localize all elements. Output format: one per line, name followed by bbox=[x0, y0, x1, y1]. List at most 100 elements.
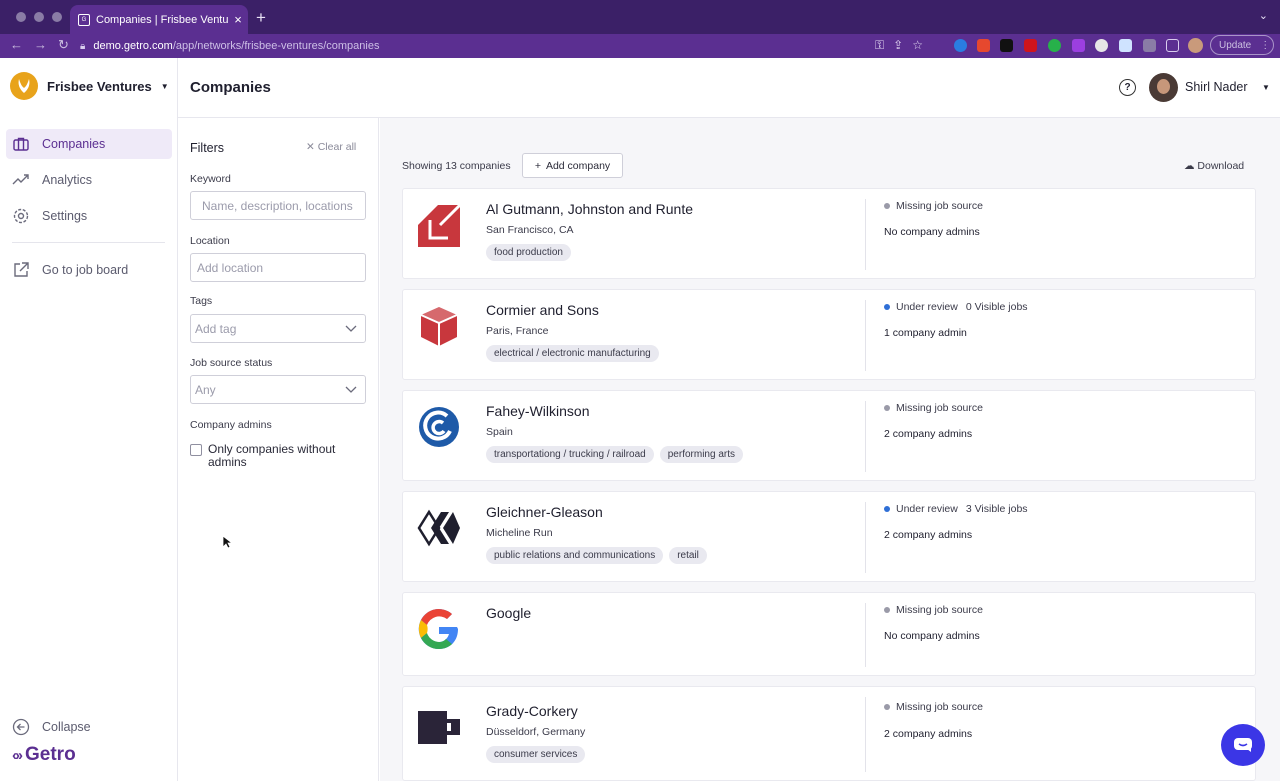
help-icon[interactable]: ? bbox=[1119, 79, 1136, 96]
company-card[interactable]: Cormier and Sons Paris, France electrica… bbox=[402, 289, 1256, 380]
card-divider bbox=[865, 401, 866, 472]
visible-jobs[interactable]: 0 Visible jobs bbox=[966, 301, 1028, 313]
caret-down-icon[interactable]: ▼ bbox=[1262, 83, 1270, 92]
extension-icon[interactable] bbox=[1048, 39, 1061, 52]
update-button[interactable]: Update ⋮ bbox=[1210, 35, 1274, 55]
sidebar-item-settings[interactable]: Settings bbox=[6, 201, 172, 231]
window-controls[interactable] bbox=[16, 12, 62, 22]
collapse-label: Collapse bbox=[42, 720, 91, 734]
company-logo-icon bbox=[419, 407, 459, 447]
company-card[interactable]: Gleichner-Gleason Micheline Run public r… bbox=[402, 491, 1256, 582]
omnibox-icons: ⚿ ⇪ ☆ bbox=[875, 38, 923, 53]
company-card[interactable]: Fahey-Wilkinson Spain transportationg / … bbox=[402, 390, 1256, 481]
extension-icon[interactable] bbox=[977, 39, 990, 52]
share-icon[interactable]: ⇪ bbox=[893, 38, 903, 53]
company-name[interactable]: Gleichner-Gleason bbox=[486, 504, 603, 520]
card-divider bbox=[865, 603, 866, 667]
chat-launcher-button[interactable] bbox=[1221, 724, 1265, 766]
status-text: Under review bbox=[896, 301, 958, 313]
clear-all-button[interactable]: ✕ Clear all bbox=[306, 141, 356, 153]
getro-wordmark: Getro bbox=[25, 744, 76, 765]
company-name[interactable]: Cormier and Sons bbox=[486, 302, 599, 318]
sidebar-item-label: Analytics bbox=[42, 173, 93, 187]
close-tab-icon[interactable]: × bbox=[228, 12, 248, 27]
job-board-link[interactable]: Go to job board bbox=[6, 255, 172, 285]
job-board-label: Go to job board bbox=[42, 263, 129, 277]
companies-list: Showing 13 companies + Add company ☁︎ Dow… bbox=[380, 118, 1280, 781]
sidebar-item-job-board[interactable]: Go to job board bbox=[6, 255, 172, 291]
company-name[interactable]: Google bbox=[486, 605, 531, 621]
extension-icon[interactable] bbox=[1024, 39, 1037, 52]
location-placeholder: Add location bbox=[197, 260, 264, 275]
status-text: Missing job source bbox=[896, 604, 983, 616]
cloud-download-icon: ☁︎ bbox=[1184, 160, 1198, 172]
extension-icon[interactable] bbox=[1000, 39, 1013, 52]
tags-select[interactable]: Add tag bbox=[190, 314, 366, 343]
collapse-button[interactable]: Collapse bbox=[12, 718, 91, 736]
forward-icon[interactable]: → bbox=[34, 37, 47, 52]
tags-label: Tags bbox=[190, 295, 213, 307]
status-dot bbox=[884, 704, 890, 710]
sidebar-item-companies[interactable]: Companies bbox=[6, 129, 172, 159]
keyword-label: Keyword bbox=[190, 173, 231, 185]
user-name[interactable]: Shirl Nader bbox=[1185, 80, 1248, 94]
address-bar[interactable]: 🔒︎ demo.getro.com /app/networks/frisbee-… bbox=[80, 36, 942, 56]
network-switcher[interactable]: Frisbee Ventures ▼ bbox=[10, 72, 169, 100]
job-source-value: Any bbox=[195, 382, 216, 397]
results-count: Showing 13 companies bbox=[402, 160, 511, 172]
keyword-input[interactable]: Name, description, locations bbox=[190, 191, 366, 220]
no-admins-checkbox[interactable]: Only companies without admins bbox=[190, 443, 348, 469]
sidebar-item-label: Settings bbox=[42, 209, 88, 223]
company-logo-icon bbox=[420, 307, 458, 346]
company-location: Paris, France bbox=[486, 325, 549, 337]
extension-icon[interactable] bbox=[1119, 39, 1132, 52]
collapse-icon bbox=[12, 718, 30, 736]
job-source-select[interactable]: Any bbox=[190, 375, 366, 404]
chevron-down-icon bbox=[345, 325, 357, 332]
tag: electrical / electronic manufacturing bbox=[486, 345, 659, 362]
profile-avatar-icon[interactable] bbox=[1188, 38, 1203, 53]
reload-icon[interactable]: ↻ bbox=[58, 37, 69, 53]
visible-jobs[interactable]: 3 Visible jobs bbox=[966, 503, 1028, 515]
kebab-icon: ⋮ bbox=[1260, 39, 1271, 51]
back-icon[interactable]: ← bbox=[10, 37, 23, 52]
company-card[interactable]: Al Gutmann, Johnston and Runte San Franc… bbox=[402, 188, 1256, 279]
url-host: demo.getro.com bbox=[93, 40, 173, 52]
extension-icon[interactable] bbox=[1072, 39, 1085, 52]
status-dot bbox=[884, 607, 890, 613]
favicon-icon: G bbox=[78, 13, 90, 26]
card-divider bbox=[865, 502, 866, 573]
company-name[interactable]: Fahey-Wilkinson bbox=[486, 403, 589, 419]
status-dot bbox=[884, 304, 890, 310]
tag: consumer services bbox=[486, 746, 586, 763]
key-icon[interactable]: ⚿ bbox=[875, 38, 884, 53]
star-icon[interactable]: ☆ bbox=[912, 38, 923, 53]
lock-icon: 🔒︎ bbox=[80, 40, 86, 52]
company-name[interactable]: Grady-Corkery bbox=[486, 703, 578, 719]
puzzle-icon[interactable] bbox=[1143, 39, 1156, 52]
extension-icon[interactable] bbox=[1095, 39, 1108, 52]
chevron-down-icon bbox=[345, 386, 357, 393]
checkbox[interactable] bbox=[190, 444, 202, 456]
sidebar-item-analytics[interactable]: Analytics bbox=[6, 165, 172, 195]
new-tab-icon[interactable]: + bbox=[256, 8, 266, 28]
status-dot bbox=[884, 506, 890, 512]
browser-toolbar: ← → ↻ 🔒︎ demo.getro.com /app/networks/fr… bbox=[0, 34, 1280, 58]
sidepanel-icon[interactable] bbox=[1166, 39, 1179, 52]
card-divider bbox=[865, 199, 866, 270]
extension-icon[interactable] bbox=[954, 39, 967, 52]
page-header: Companies ? Shirl Nader ▼ bbox=[178, 58, 1280, 118]
download-button[interactable]: ☁︎ Download bbox=[1184, 160, 1244, 172]
add-company-button[interactable]: + Add company bbox=[522, 153, 623, 178]
tab-search-icon[interactable]: ⌄ bbox=[1259, 9, 1268, 22]
sidebar: Frisbee Ventures ▼ Companies Analytics S… bbox=[0, 58, 178, 781]
tab-title: Companies | Frisbee Ventures bbox=[96, 13, 228, 26]
avatar[interactable] bbox=[1149, 73, 1178, 102]
company-logo-icon bbox=[418, 711, 460, 744]
company-name[interactable]: Al Gutmann, Johnston and Runte bbox=[486, 201, 693, 217]
browser-tab[interactable]: G Companies | Frisbee Ventures × bbox=[70, 5, 248, 34]
company-card[interactable]: Grady-Corkery Düsseldorf, Germany consum… bbox=[402, 686, 1256, 781]
location-input[interactable]: Add location bbox=[190, 253, 366, 282]
company-card[interactable]: Google Missing job source No company adm… bbox=[402, 592, 1256, 676]
add-company-label: Add company bbox=[545, 159, 611, 172]
